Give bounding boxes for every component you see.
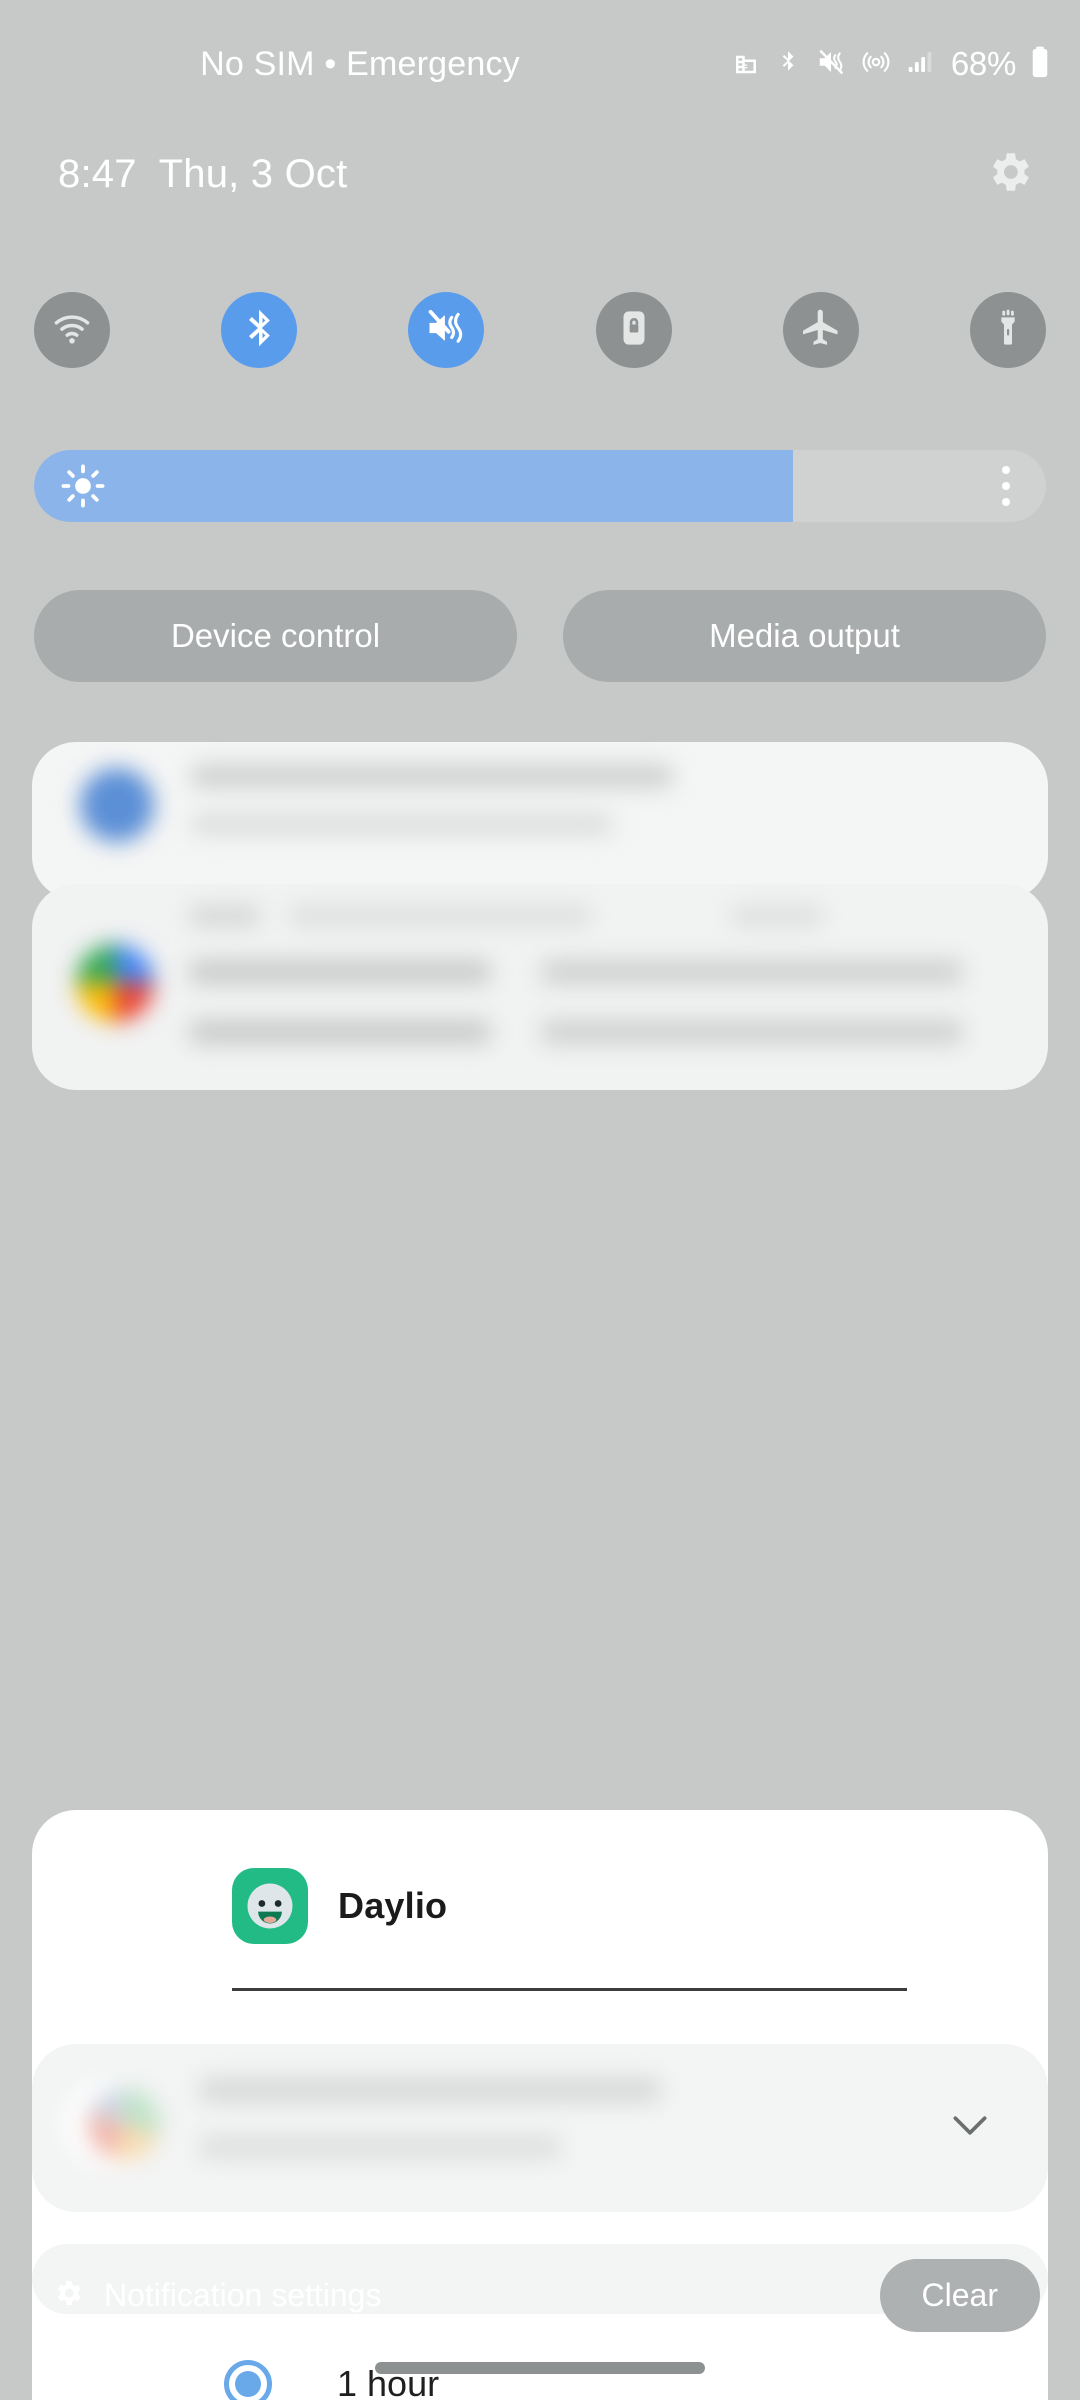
quick-settings-gear-button[interactable]: [978, 143, 1040, 205]
list-item[interactable]: [32, 884, 1048, 1090]
daylio-smiley-icon: [232, 1868, 308, 1944]
hotspot-icon: [861, 47, 891, 82]
toggle-rotation-lock[interactable]: [595, 292, 672, 368]
list-item[interactable]: [32, 742, 1048, 900]
status-bar-icons: 68%: [731, 45, 1050, 83]
navigation-home-pill[interactable]: [375, 2362, 705, 2374]
gear-icon: [52, 2277, 84, 2314]
toggle-flashlight[interactable]: [969, 292, 1046, 368]
toggle-airplane-mode[interactable]: [782, 292, 859, 368]
chevron-down-icon[interactable]: [948, 2111, 992, 2146]
battery-percent-label: 68%: [950, 45, 1016, 82]
dialog-header: Daylio: [32, 1810, 1048, 1944]
notification-settings-button[interactable]: Notification settings: [52, 2277, 381, 2314]
notification-settings-label: Notification settings: [104, 2276, 382, 2313]
blurred-notification-second: [32, 884, 1048, 1090]
radio-button-selected[interactable]: [224, 2360, 272, 2400]
signal-bars-icon: [905, 47, 935, 82]
blurred-notification-bottom: [32, 2044, 1048, 2212]
quick-settings-toggles: [0, 292, 1080, 368]
quick-settings-buttons: Device control Media output: [34, 590, 1046, 682]
rotation-lock-icon: [613, 306, 655, 355]
quick-settings-header: 8:47 Thu, 3 Oct: [0, 128, 1080, 220]
dialog-app-name: Daylio: [338, 1885, 448, 1926]
airplane-icon: [799, 306, 843, 355]
brightness-slider-fill: [34, 450, 793, 522]
brightness-sun-icon: [60, 463, 106, 509]
shade-footer: Notification settings Clear: [0, 2254, 1080, 2336]
media-output-button[interactable]: Media output: [563, 590, 1046, 682]
gear-icon: [984, 147, 1034, 202]
dialog-divider: [232, 1988, 907, 1991]
toggle-bluetooth[interactable]: [221, 292, 298, 368]
clock-time: 8:47: [58, 151, 137, 196]
flashlight-icon: [988, 305, 1028, 356]
device-control-button[interactable]: Device control: [34, 590, 517, 682]
status-bar: No SIM • Emergency 68%: [0, 0, 1080, 128]
work-profile-icon: [731, 47, 761, 82]
mute-vibrate-icon: [815, 47, 847, 82]
mute-vibrate-icon: [423, 306, 469, 355]
notification-shade: Daylio Show this notification again in: …: [0, 742, 1080, 2400]
bluetooth-icon: [238, 305, 280, 356]
bluetooth-icon: [775, 47, 801, 82]
blurred-notification-top: [32, 742, 1048, 900]
clock-and-date: 8:47 Thu, 3 Oct: [58, 152, 347, 197]
more-vertical-icon[interactable]: [1002, 466, 1010, 506]
brightness-slider[interactable]: [34, 450, 1046, 522]
toggle-sound-mode[interactable]: [408, 292, 485, 368]
wifi-icon: [50, 306, 94, 355]
clock-date: Thu, 3 Oct: [158, 151, 348, 196]
clear-button[interactable]: Clear: [879, 2258, 1040, 2332]
toggle-wifi[interactable]: [34, 292, 110, 368]
list-item[interactable]: [32, 2044, 1048, 2212]
battery-icon: [1030, 46, 1050, 83]
